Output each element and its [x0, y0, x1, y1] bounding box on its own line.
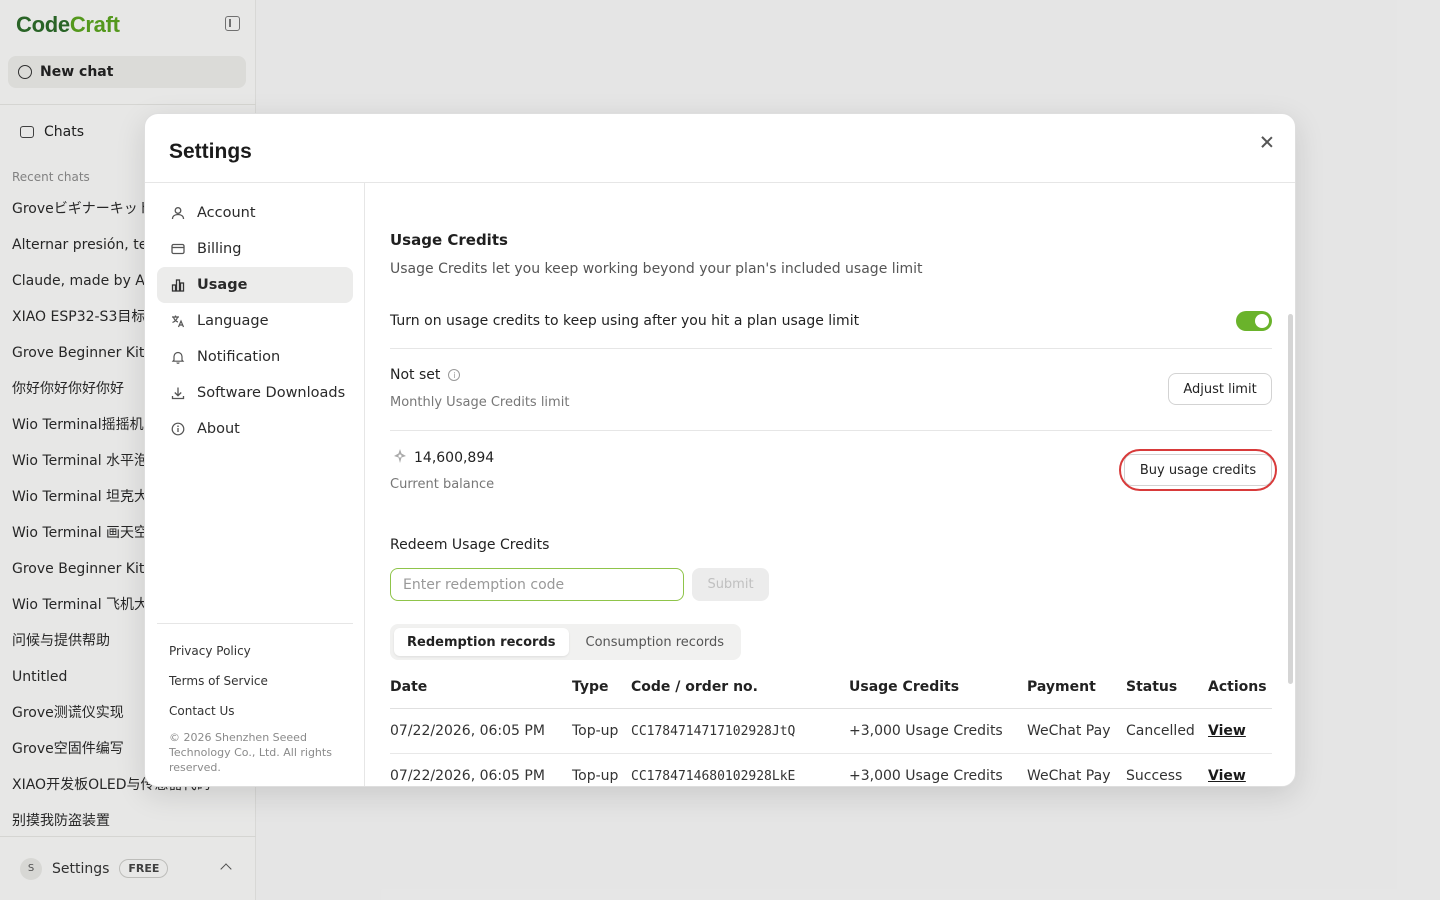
limit-value-text: Not set — [390, 367, 441, 383]
cell-credits: +3,000 Usage Credits — [849, 723, 1003, 739]
privacy-policy-link[interactable]: Privacy Policy — [169, 644, 251, 658]
terms-of-service-link[interactable]: Terms of Service — [169, 674, 268, 688]
content-scrollbar[interactable] — [1288, 314, 1293, 684]
bar-chart-icon — [171, 278, 185, 292]
cell-code: CC1784714680102928LkE — [631, 769, 796, 784]
nav-label: About — [197, 421, 240, 437]
usage-credits-toggle-label: Turn on usage credits to keep using afte… — [390, 313, 860, 329]
redemption-code-input[interactable] — [390, 568, 684, 601]
table-row: 07/22/2026, 06:05 PM Top-up CC1784714717… — [390, 709, 1272, 754]
records-table: Date Type Code / order no. Usage Credits… — [390, 677, 1272, 786]
usage-credits-toggle[interactable] — [1236, 311, 1272, 331]
tab-consumption-records[interactable]: Consumption records — [573, 628, 738, 656]
column-header: Type — [572, 679, 609, 695]
column-header: Date — [390, 679, 428, 695]
copyright-text: © 2026 Shenzhen Seeed Technology Co., Lt… — [169, 731, 332, 774]
balance-value: 14,600,894 — [414, 450, 495, 466]
nav-label: Notification — [197, 349, 281, 365]
limit-value: Not set i — [390, 367, 461, 383]
cell-credits: +3,000 Usage Credits — [849, 768, 1003, 784]
table-row: 07/22/2026, 06:05 PM Top-up CC1784714680… — [390, 754, 1272, 786]
cell-date: 07/22/2026, 06:05 PM — [390, 723, 545, 739]
translate-icon — [171, 314, 185, 328]
settings-nav: Account Billing Usage Language Notificat… — [145, 183, 365, 786]
nav-item-usage[interactable]: Usage — [157, 267, 353, 303]
close-icon[interactable] — [1257, 132, 1277, 152]
download-icon — [171, 386, 185, 400]
current-balance: 14,600,894 — [392, 448, 494, 468]
cell-type: Top-up — [572, 768, 619, 784]
column-header: Usage Credits — [849, 679, 960, 695]
usage-credits-title: Usage Credits — [390, 231, 508, 249]
submit-button[interactable]: Submit — [692, 568, 769, 601]
cell-type: Top-up — [572, 723, 619, 739]
redeem-title: Redeem Usage Credits — [390, 537, 550, 553]
cell-payment: WeChat Pay — [1027, 723, 1111, 739]
nav-label: Software Downloads — [197, 385, 346, 401]
tab-redemption-records[interactable]: Redemption records — [394, 628, 569, 656]
modal-title: Settings — [169, 140, 252, 163]
user-icon — [171, 206, 185, 220]
nav-item-notification[interactable]: Notification — [157, 339, 353, 375]
usage-credits-description: Usage Credits let you keep working beyon… — [390, 261, 923, 277]
records-tabs: Redemption records Consumption records — [390, 624, 742, 660]
info-icon[interactable]: i — [448, 369, 461, 381]
nav-label: Language — [197, 313, 269, 329]
view-link[interactable]: View — [1208, 709, 1246, 754]
buy-usage-credits-button[interactable]: Buy usage credits — [1124, 454, 1272, 486]
column-header: Actions — [1208, 679, 1267, 695]
cell-date: 07/22/2026, 06:05 PM — [390, 768, 545, 784]
nav-footer-divider — [157, 623, 353, 624]
nav-item-billing[interactable]: Billing — [157, 231, 353, 267]
nav-item-account[interactable]: Account — [157, 195, 353, 231]
credits-sparkle-icon — [392, 448, 408, 468]
section-divider — [390, 430, 1272, 431]
adjust-limit-button[interactable]: Adjust limit — [1168, 373, 1272, 405]
column-header: Status — [1126, 679, 1178, 695]
table-header-row: Date Type Code / order no. Usage Credits… — [390, 677, 1272, 709]
column-header: Payment — [1027, 679, 1096, 695]
cell-status: Success — [1126, 768, 1183, 784]
nav-item-language[interactable]: Language — [157, 303, 353, 339]
section-divider — [390, 348, 1272, 349]
nav-label: Account — [197, 205, 256, 221]
nav-item-software-downloads[interactable]: Software Downloads — [157, 375, 353, 411]
nav-label: Billing — [197, 241, 242, 257]
nav-label: Usage — [197, 277, 248, 293]
credit-card-icon — [171, 242, 185, 256]
contact-us-link[interactable]: Contact Us — [169, 704, 235, 718]
nav-item-about[interactable]: About — [157, 411, 353, 447]
balance-subtitle: Current balance — [390, 477, 495, 492]
cell-status: Cancelled — [1126, 723, 1195, 739]
bell-icon — [171, 350, 185, 364]
view-link[interactable]: View — [1208, 754, 1246, 786]
cell-payment: WeChat Pay — [1027, 768, 1111, 784]
column-header: Code / order no. — [631, 679, 758, 695]
cell-code: CC1784714717102928JtQ — [631, 724, 796, 739]
limit-subtitle: Monthly Usage Credits limit — [390, 395, 570, 410]
settings-modal: Settings Account Billing Usage Language — [144, 113, 1296, 787]
info-icon — [171, 422, 185, 436]
usage-content: Usage Credits Usage Credits let you keep… — [366, 183, 1295, 786]
